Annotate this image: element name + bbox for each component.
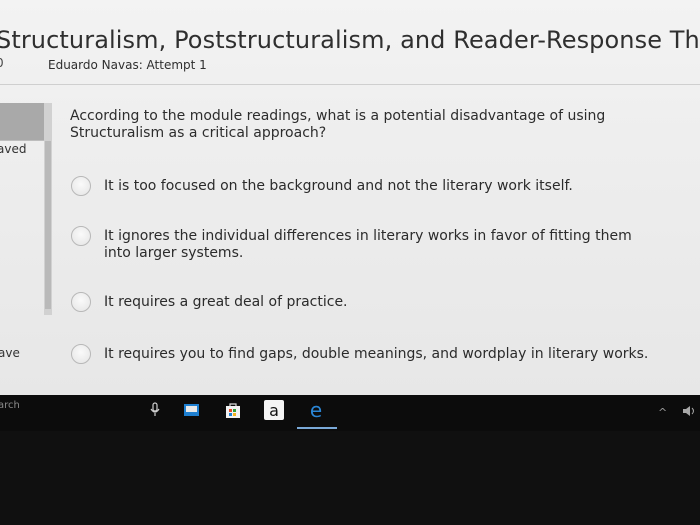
answer-text: It requires a great deal of practice. [104, 294, 348, 310]
attempt-label: Eduardo Navas: Attempt 1 [48, 58, 207, 72]
save-button[interactable]: ave [0, 346, 20, 360]
radio-button[interactable] [71, 176, 91, 196]
edge-glyph: e [310, 399, 322, 421]
radio-button[interactable] [71, 344, 91, 364]
tablet-icon[interactable] [183, 402, 201, 418]
answer-option[interactable]: It is too focused on the background and … [71, 176, 659, 196]
volume-icon[interactable] [682, 405, 696, 417]
answer-text: It is too focused on the background and … [104, 178, 573, 194]
answer-text: It ignores the individual differences in… [104, 228, 632, 261]
edge-icon[interactable]: e [305, 399, 327, 421]
quiz-screen: Structuralism, Poststructuralism, and Re… [0, 0, 700, 395]
radio-button[interactable] [71, 292, 91, 312]
sidebar-scrollbar[interactable] [44, 103, 52, 315]
answer-text: It requires you to find gaps, double mea… [104, 346, 649, 362]
taskbar-search[interactable]: arch [0, 400, 20, 411]
page-title: Structuralism, Poststructuralism, and Re… [0, 26, 700, 54]
score-label: 0 [0, 56, 4, 70]
header-divider [0, 84, 700, 85]
store-icon[interactable] [224, 401, 242, 419]
question-text: According to the module readings, what i… [70, 108, 606, 141]
sidebar-panel [0, 103, 46, 140]
sidebar-divider [0, 140, 46, 141]
answer-option[interactable]: It ignores the individual differences in… [71, 226, 659, 262]
answer-option[interactable]: It requires you to find gaps, double mea… [71, 344, 659, 364]
active-app-indicator [297, 427, 337, 429]
radio-button[interactable] [71, 226, 91, 246]
answer-option[interactable]: It requires a great deal of practice. [71, 292, 659, 312]
amazon-icon[interactable]: a [263, 399, 285, 421]
amazon-glyph: a [269, 401, 279, 420]
taskbar [0, 395, 700, 431]
microphone-icon[interactable] [149, 402, 161, 418]
scrollbar-thumb[interactable] [45, 141, 51, 309]
tray-chevron-icon[interactable]: ^ [658, 406, 667, 419]
saved-status: aved [0, 142, 27, 156]
